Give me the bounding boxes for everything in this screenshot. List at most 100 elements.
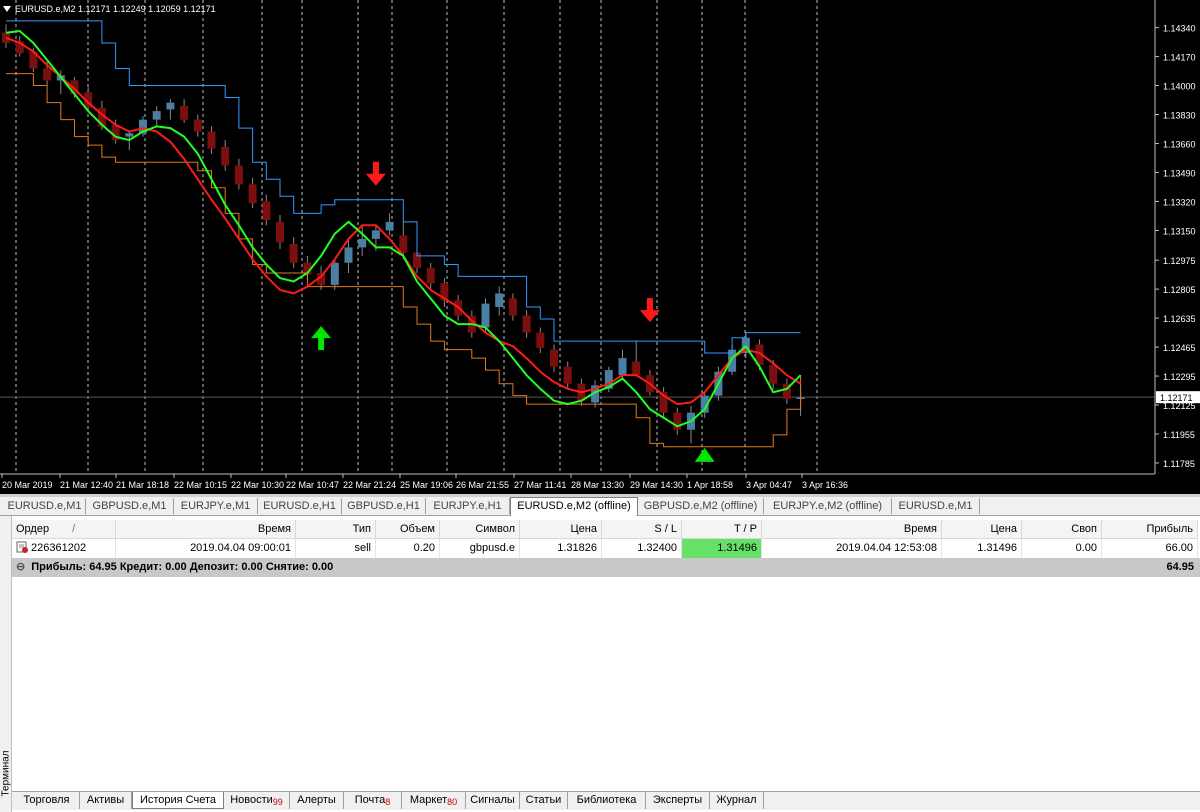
terminal-tab[interactable]: Журнал: [710, 792, 764, 809]
close-price-cell: 1.31496: [942, 539, 1022, 558]
time-tick-label: 1 Apr 18:58: [687, 480, 733, 490]
chart-symbol-label: EURUSD.e,M2 1.12171 1.12249 1.12059 1.12…: [15, 4, 216, 14]
candle-body: [166, 102, 175, 110]
terminal-tab[interactable]: Маркет80: [402, 792, 466, 809]
chart-tab[interactable]: GBPUSD.e,M1: [86, 498, 174, 514]
time-tick-label: 3 Apr 04:47: [746, 480, 792, 490]
terminal-tab[interactable]: Библиотека: [568, 792, 646, 809]
time-tick-label: 22 Mar 10:15: [174, 480, 227, 490]
price-tick-label: 1.13660: [1163, 139, 1196, 149]
col-order-header[interactable]: Ордер /: [12, 520, 116, 539]
chart-tab[interactable]: EURUSD.e,M1: [4, 498, 86, 514]
terminal-tab-label: Журнал: [716, 794, 757, 806]
terminal-tab[interactable]: Торговля: [14, 792, 80, 809]
terminal-tabs-bar: Торговля Активы История Счета Новости99 Алер…: [12, 791, 1200, 810]
candle-body: [632, 361, 641, 376]
terminal-tab-label: Сигналы: [470, 794, 515, 806]
terminal-tab-label: Маркет: [409, 794, 448, 806]
time-tick-label: 25 Mar 19:06: [400, 480, 453, 490]
table-row[interactable]: 226361202 2019.04.04 09:00:01 sell 0.20 …: [12, 539, 1200, 558]
candle-body: [371, 230, 380, 239]
price-tick-label: 1.12975: [1163, 256, 1196, 266]
terminal-tab[interactable]: Эксперты: [646, 792, 710, 809]
price-tick-label: 1.13830: [1163, 111, 1196, 121]
chart-tab[interactable]: EURJPY.e,H1: [426, 498, 510, 514]
terminal-tab-label: История Счета: [139, 794, 217, 806]
candle-body: [618, 358, 627, 376]
time-tick-label: 3 Apr 16:36: [802, 480, 848, 490]
chart-tab[interactable]: EURUSD.e,H1: [258, 498, 342, 514]
col-price-header[interactable]: Цена: [520, 520, 602, 539]
collapse-icon: ⊖: [16, 561, 26, 573]
price-tick-label: 1.12295: [1163, 372, 1196, 382]
col-symbol-header[interactable]: Символ: [440, 520, 520, 539]
terminal-tab-label: Почта: [354, 794, 386, 806]
terminal-side-label: Терминал: [0, 750, 12, 797]
chart-tab[interactable]: EURUSD.e,M1: [892, 498, 980, 514]
price-tick-label: 1.12635: [1163, 314, 1196, 324]
chart-menu-triangle-icon: [3, 6, 11, 12]
col-volume-header[interactable]: Объем: [376, 520, 440, 539]
table-header: Ордер / Время Тип Объем Символ Цена S / …: [12, 520, 1200, 539]
chart-tab[interactable]: GBPUSD.e,M2 (offline): [638, 498, 764, 514]
symbol-cell: gbpusd.e: [440, 539, 520, 558]
col-type-header[interactable]: Тип: [296, 520, 376, 539]
time-tick-label: 20 Mar 2019: [2, 480, 53, 490]
col-close-time-header[interactable]: Время: [762, 520, 942, 539]
terminal-tab[interactable]: Сигналы: [466, 792, 520, 809]
col-tp-header[interactable]: T / P: [682, 520, 762, 539]
terminal-tab-label: Новости: [230, 794, 273, 806]
col-sl-header[interactable]: S / L: [602, 520, 682, 539]
candle-body: [399, 235, 408, 253]
terminal-tab[interactable]: История Счета: [132, 792, 224, 809]
time-tick-label: 26 Mar 21:55: [456, 480, 509, 490]
candle-body: [248, 184, 257, 204]
close-time-cell: 2019.04.04 12:53:08: [762, 539, 942, 558]
terminal-tab[interactable]: Статьи: [520, 792, 568, 809]
candle-body: [426, 267, 435, 284]
terminal-tab[interactable]: Почта8: [344, 792, 402, 809]
profit-cell: 66.00: [1102, 539, 1198, 558]
candle-body: [221, 146, 230, 166]
terminal-tab-label: Статьи: [525, 794, 562, 806]
time-tick-label: 22 Mar 10:30: [231, 480, 284, 490]
price-tick-label: 1.11955: [1163, 430, 1195, 440]
terminal-side-bar[interactable]: Терминал: [0, 516, 12, 812]
current-price-label: 1.12171: [1160, 393, 1193, 403]
price-chart[interactable]: 1.14340 1.14170 1.14000 1.13830 1.13660 1.134…: [0, 0, 1200, 494]
price-tick-label: 1.11785: [1163, 459, 1195, 469]
chart-tab[interactable]: EURJPY.e,M1: [174, 498, 258, 514]
candle-body: [536, 332, 545, 348]
terminal-tab[interactable]: Активы: [80, 792, 132, 809]
sl-cell: 1.32400: [602, 539, 682, 558]
terminal-tab[interactable]: Алерты: [290, 792, 344, 809]
price-chart-canvas[interactable]: 1.14340 1.14170 1.14000 1.13830 1.13660 1.134…: [0, 0, 1200, 494]
terminal-tab-badge: 8: [385, 797, 391, 807]
time-tick-label: 22 Mar 21:24: [343, 480, 396, 490]
chart-tab[interactable]: GBPUSD.e,H1: [342, 498, 426, 514]
col-swap-header[interactable]: Своп: [1022, 520, 1102, 539]
col-profit-header[interactable]: Прибыль: [1102, 520, 1198, 539]
time-tick-label: 27 Mar 11:41: [514, 480, 566, 490]
chart-tab[interactable]: EURJPY.e,M2 (offline): [764, 498, 892, 514]
candle-body: [330, 262, 339, 285]
summary-row[interactable]: ⊖ Прибыль: 64.95 Кредит: 0.00 Депозит: 0.…: [12, 558, 1200, 577]
candle-body: [276, 221, 284, 243]
col-close-price-header[interactable]: Цена: [942, 520, 1022, 539]
price-tick-label: 1.14000: [1163, 82, 1196, 92]
price-tick-label: 1.13320: [1163, 197, 1196, 207]
open-time-cell: 2019.04.04 09:00:01: [116, 539, 296, 558]
candle-body: [152, 111, 161, 120]
time-tick-label: 29 Mar 14:30: [630, 480, 683, 490]
col-time-header[interactable]: Время: [116, 520, 296, 539]
swap-cell: 0.00: [1022, 539, 1102, 558]
terminal-tab-label: Библиотека: [576, 794, 637, 806]
order-cell: 226361202: [12, 539, 116, 558]
terminal-panel: Терминал Ордер / Время Тип Объем Символ …: [0, 516, 1200, 812]
price-tick-label: 1.14340: [1163, 24, 1196, 34]
terminal-tab[interactable]: Новости99: [224, 792, 290, 809]
terminal-tab-label: Торговля: [23, 794, 70, 806]
price-tick-label: 1.14170: [1163, 53, 1196, 63]
chart-tab[interactable]: EURUSD.e,M2 (offline): [510, 497, 638, 516]
closed-order-icon: [16, 541, 28, 553]
